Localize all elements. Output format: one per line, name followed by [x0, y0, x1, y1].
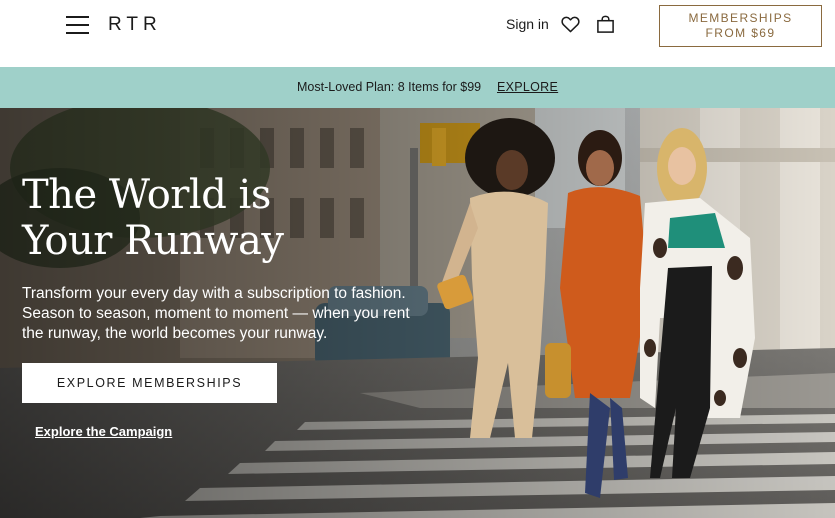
memberships-label: MEMBERSHIPS [688, 11, 793, 25]
memberships-price: FROM $69 [705, 26, 776, 40]
rtr-logo[interactable]: RTR [108, 14, 162, 36]
heart-icon[interactable] [561, 16, 580, 33]
explore-memberships-button[interactable]: EXPLORE MEMBERSHIPS [22, 363, 277, 403]
explore-campaign-link[interactable]: Explore the Campaign [35, 424, 172, 439]
sign-in-link[interactable]: Sign in [506, 16, 549, 32]
promo-text: Most-Loved Plan: 8 Items for $99 [297, 80, 482, 94]
hero-title: The World is Your Runway [22, 172, 284, 264]
promo-banner: Most-Loved Plan: 8 Items for $99 EXPLORE [0, 67, 835, 108]
memberships-button[interactable]: MEMBERSHIPS FROM $69 [659, 5, 822, 47]
promo-explore-link[interactable]: EXPLORE [497, 80, 558, 94]
hero-section: The World is Your Runway Transform your … [0, 108, 835, 518]
hamburger-menu-icon[interactable] [66, 16, 89, 34]
hero-subtitle: Transform your every day with a subscrip… [22, 285, 410, 342]
site-header: RTR Sign in MEMBERSHIPS FROM $69 [0, 0, 835, 67]
shopping-bag-icon[interactable] [596, 15, 615, 34]
